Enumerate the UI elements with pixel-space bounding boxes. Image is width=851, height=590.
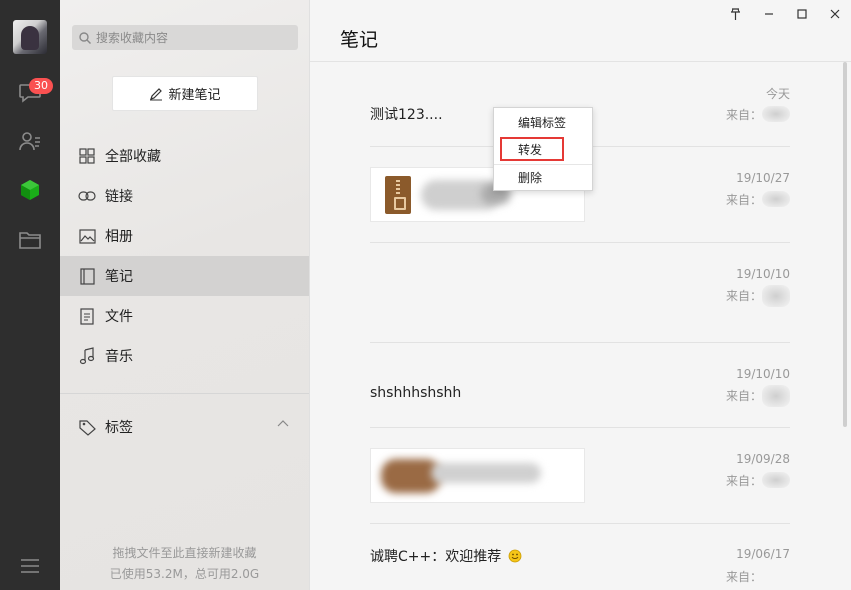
music-icon xyxy=(78,347,96,365)
new-note-label: 新建笔记 xyxy=(168,88,221,103)
unread-badge: 30 xyxy=(29,78,53,94)
tags-section[interactable]: 标签 xyxy=(60,407,309,447)
search-placeholder[interactable]: 搜索收藏内容 xyxy=(96,29,168,46)
note-source-label: 来自： xyxy=(725,570,762,584)
minimize-icon xyxy=(764,13,773,15)
note-date: 19/09/28 xyxy=(736,452,790,466)
blurred-source xyxy=(762,106,790,122)
nav-label: 相册 xyxy=(105,229,133,245)
note-title-wrap: 诚聘C++：欢迎推荐 xyxy=(370,546,522,566)
note-date: 今天 xyxy=(765,87,790,101)
avatar[interactable] xyxy=(13,20,47,54)
note-source-label: 来自： xyxy=(725,193,762,207)
zip-file-icon xyxy=(385,176,411,214)
nav-label: 笔记 xyxy=(105,269,133,285)
search-box[interactable]: 搜索收藏内容 xyxy=(72,25,298,50)
contacts-icon[interactable] xyxy=(18,129,42,153)
note-title: shshhhshshh xyxy=(370,385,462,401)
note-source-label: 来自： xyxy=(725,474,762,488)
grid-icon xyxy=(78,147,96,165)
note-source-label: 来自： xyxy=(725,389,762,403)
tag-icon xyxy=(78,418,96,436)
notebook-icon xyxy=(78,267,96,285)
nav-item-album[interactable]: 相册 xyxy=(60,216,309,256)
nav-label: 文件 xyxy=(105,309,133,325)
storage-usage: 已使用53.2M，总可用2.0G xyxy=(109,567,260,581)
link-icon xyxy=(78,187,96,205)
maximize-button[interactable] xyxy=(785,0,818,28)
icon-rail: 30 xyxy=(0,0,60,590)
sidebar-divider xyxy=(60,393,309,394)
file-icon xyxy=(78,307,96,325)
nav-item-all[interactable]: 全部收藏 xyxy=(60,136,309,176)
menu-item-edit-tags[interactable]: 编辑标签 xyxy=(494,110,592,136)
menu-item-forward[interactable]: 转发 xyxy=(494,137,592,163)
nav-item-music[interactable]: 音乐 xyxy=(60,336,309,376)
pin-icon xyxy=(731,8,740,20)
tags-label: 标签 xyxy=(105,420,133,436)
pin-button[interactable] xyxy=(719,0,752,28)
close-icon xyxy=(830,9,839,19)
image-attachment-card[interactable] xyxy=(370,448,585,503)
note-source-label: 来自： xyxy=(725,108,762,122)
note-row[interactable]: shshhhshshh 19/10/10 来自： xyxy=(370,343,790,428)
nav-label: 音乐 xyxy=(105,349,133,365)
menu-icon[interactable] xyxy=(18,554,42,578)
folder-icon[interactable] xyxy=(18,228,42,252)
image-icon xyxy=(78,227,96,245)
blurred-image-text xyxy=(431,463,541,483)
notes-panel: 笔记 测试123.... 今天 来自： 19/10/27 来自： 19/10/1… xyxy=(310,0,851,590)
close-button[interactable] xyxy=(818,0,851,28)
note-row[interactable]: 诚聘C++：欢迎推荐 19/06/17 来自： xyxy=(370,524,790,590)
maximize-icon xyxy=(796,9,807,19)
note-date: 19/10/10 xyxy=(736,367,790,381)
new-note-button[interactable]: 新建笔记 xyxy=(112,76,258,111)
page-title: 笔记 xyxy=(340,29,379,51)
note-date: 19/10/10 xyxy=(736,267,790,281)
chevron-up-icon[interactable] xyxy=(277,419,289,427)
smile-emoji-icon xyxy=(508,549,522,563)
context-menu: 编辑标签 转发 删除 xyxy=(493,107,593,191)
category-nav: 全部收藏 链接 相册 笔记 文件 音乐 xyxy=(60,136,309,376)
note-title: 测试123.... xyxy=(370,107,443,123)
nav-item-notes[interactable]: 笔记 xyxy=(60,256,309,296)
note-row[interactable]: 19/09/28 来自： xyxy=(370,428,790,524)
note-date: 19/06/17 xyxy=(736,547,790,561)
favorites-sidebar: 搜索收藏内容 新建笔记 全部收藏 链接 相册 笔记 文件 音乐 标签 拖拽文件至… xyxy=(60,0,310,590)
drag-hint: 拖拽文件至此直接新建收藏 xyxy=(112,546,257,560)
note-source-label: 来自： xyxy=(725,289,762,303)
window-controls xyxy=(719,0,851,28)
note-date: 19/10/27 xyxy=(736,171,790,185)
blurred-source xyxy=(762,191,790,207)
note-title: 诚聘C++：欢迎推荐 xyxy=(370,549,502,565)
search-icon xyxy=(79,31,91,44)
blurred-source xyxy=(762,472,790,488)
nav-item-links[interactable]: 链接 xyxy=(60,176,309,216)
blurred-source xyxy=(762,285,790,307)
pencil-icon xyxy=(150,87,163,100)
blurred-source xyxy=(762,385,790,407)
nav-label: 链接 xyxy=(105,189,133,205)
scrollbar[interactable] xyxy=(843,62,847,427)
nav-item-files[interactable]: 文件 xyxy=(60,296,309,336)
nav-label: 全部收藏 xyxy=(105,149,161,165)
menu-item-delete[interactable]: 删除 xyxy=(494,165,592,191)
minimize-button[interactable] xyxy=(752,0,785,28)
note-row[interactable]: 19/10/10 来自： xyxy=(370,243,790,343)
favorites-cube-icon[interactable] xyxy=(18,178,42,202)
